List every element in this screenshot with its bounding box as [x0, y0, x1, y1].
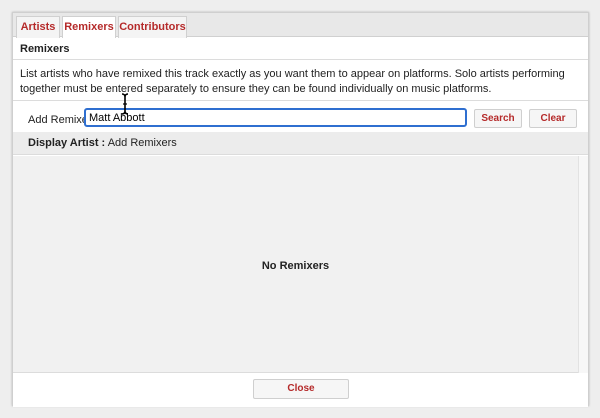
display-artist-row: Display Artist : Add Remixers [13, 132, 588, 155]
dialog-footer: Close [13, 374, 588, 407]
clear-button[interactable]: Clear [529, 109, 577, 128]
add-remixer-input[interactable] [84, 108, 467, 127]
display-artist-value: Add Remixers [107, 137, 177, 149]
description-text: List artists who have remixed this track… [13, 61, 588, 101]
tab-contributors[interactable]: Contributors [118, 16, 187, 38]
text-cursor-icon [121, 93, 129, 115]
tab-remixers[interactable]: Remixers [62, 16, 116, 38]
search-button[interactable]: Search [474, 109, 522, 128]
section-title: Remixers [13, 38, 588, 60]
remixers-dialog: Artists Remixers Contributors Remixers L… [12, 12, 589, 407]
empty-list-message: No Remixers [261, 260, 330, 272]
display-artist-label: Display Artist : [28, 137, 106, 149]
close-button[interactable]: Close [253, 379, 349, 399]
list-scrollbar[interactable] [578, 156, 588, 373]
remixers-list: No Remixers [13, 156, 578, 373]
tab-artists[interactable]: Artists [16, 16, 60, 38]
tab-bar: Artists Remixers Contributors [13, 13, 588, 38]
